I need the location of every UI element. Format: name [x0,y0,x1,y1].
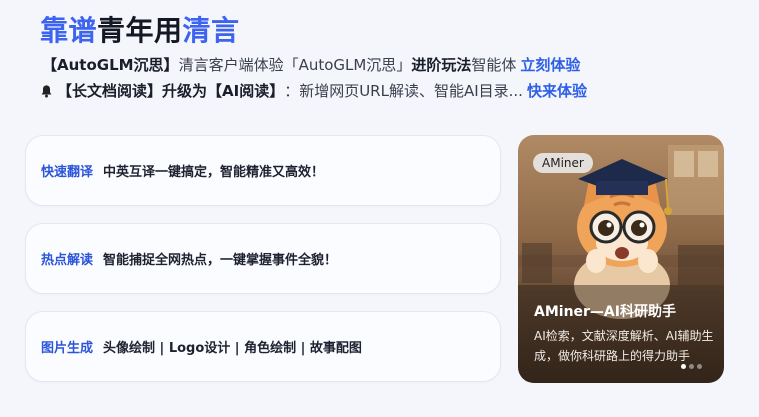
notice-ai-reading-title: 【长文档阅读】升级为【AI阅读】 [57,82,285,100]
title-part-qingnianyong: 青年用 [97,14,183,47]
notice-autoglm-title: 【AutoGLM沉思】 [42,56,179,74]
page-title: 靠谱青年用清言 [40,9,240,49]
feature-tag: 热点解读 [41,253,94,268]
notice-autoglm[interactable]: 【AutoGLM沉思】 清言客户端体验「AutoGLM沉思」 进阶玩法 智能体 … [40,54,580,75]
notice-autoglm-highlight: 进阶玩法 [411,56,472,74]
feature-card-hot-topics[interactable]: 热点解读 智能捕捉全网热点，一键掌握事件全貌！ [25,223,501,294]
title-part-kaopu: 靠谱 [40,14,98,47]
try-soon-link[interactable]: 快来体验 [527,80,587,101]
notice-autoglm-text: 清言客户端体验「AutoGLM沉思」 [178,56,412,74]
home-panel: 靠谱青年用清言 【AutoGLM沉思】 清言客户端体验「AutoGLM沉思」 进… [0,0,759,417]
carousel-dot[interactable] [689,364,694,369]
notice-ai-reading[interactable]: 【长文档阅读】升级为【AI阅读】 ：新增网页URL解读、智能AI目录... 快来… [40,80,587,101]
promo-title: AMiner—AI科研助手 [534,304,676,320]
try-now-link[interactable]: 立刻体验 [520,54,580,75]
promo-badge: AMiner [533,153,593,173]
notice-ai-reading-text: ：新增网页URL解读、智能AI目录... [284,82,523,100]
notice-autoglm-tail: 智能体 [471,56,517,74]
bell-icon [41,84,52,97]
feature-desc: 中英互译一键搞定，智能精准又高效！ [103,165,325,180]
carousel-dot[interactable] [681,364,686,369]
feature-tag: 图片生成 [41,341,94,356]
feature-desc: 头像绘制 | Logo设计 | 角色绘制 | 故事配图 [103,341,362,356]
promo-description: AI检索，文献深度解析、AI辅助生成，做你科研路上的得力助手 [534,329,714,363]
carousel-indicator [681,364,702,369]
feature-card-translate[interactable]: 快速翻译 中英互译一键搞定，智能精准又高效！ [25,135,501,206]
feature-tag: 快速翻译 [41,165,94,180]
carousel-dot[interactable] [697,364,702,369]
promo-banner-aminer[interactable]: AMiner AMiner—AI科研助手 AI检索，文献深度解析、AI辅助生成，… [518,135,724,383]
feature-desc: 智能捕捉全网热点，一键掌握事件全貌！ [103,253,338,268]
title-part-qingyan: 清言 [182,14,240,47]
feature-card-image-generation[interactable]: 图片生成 头像绘制 | Logo设计 | 角色绘制 | 故事配图 [25,311,501,382]
